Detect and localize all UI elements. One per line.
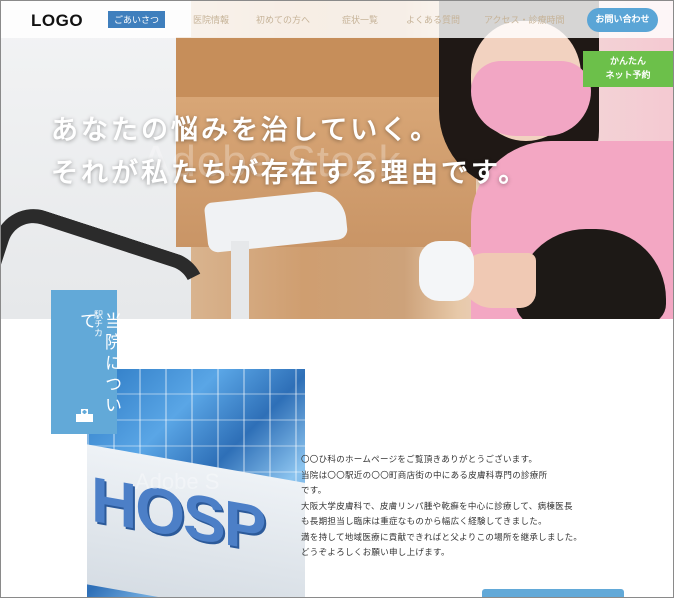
photo-watermark: Adobe S — [135, 469, 220, 494]
nav-item-first-visit[interactable]: 初めての方へ — [256, 13, 310, 26]
booking-line1: かんたん — [609, 57, 646, 67]
about-intro-text: 〇〇ひ科のホームページをご覧頂きありがとうございます。 当院は〇〇駅近の〇〇町商… — [301, 453, 621, 562]
dental-arm — [231, 241, 249, 319]
intro-line-3: です。 — [301, 486, 327, 496]
read-more-button[interactable] — [482, 589, 624, 597]
nav-item-access-hours[interactable]: アクセス・診療時間 — [484, 13, 565, 26]
intro-line-2: 当院は〇〇駅近の〇〇町商店街の中にある皮膚科専門の診療所 — [301, 470, 548, 481]
web-booking-button[interactable]: かんたん ネット予約 — [583, 51, 673, 87]
intro-line-6: 満を持して地域医療に貢献できればと父よりこの場所を継承しました。 — [301, 532, 583, 543]
intro-line-4: 大阪大学皮膚科で、皮膚リンパ腫や乾癬を中心に診療して、病棟医長 — [301, 501, 573, 512]
hero-tagline-line2: それが私たちが存在する理由です。 — [51, 158, 529, 189]
hero-tagline-line1: あなたの悩みを治していく。 — [51, 115, 441, 146]
hero-tagline: あなたの悩みを治していく。 それが私たちが存在する理由です。 — [51, 109, 528, 195]
hero-section: Adobe Stock あなたの悩みを治していく。 それが私たちが存在する理由で… — [1, 1, 673, 319]
hero-cabinet — [176, 37, 476, 99]
nav-item-faq[interactable]: よくある質問 — [406, 13, 460, 26]
contact-button[interactable]: お問い合わせ — [587, 8, 658, 32]
nav-item-clinic-info[interactable]: 医院情報 — [193, 13, 229, 26]
nav-item-greeting[interactable]: ごあいさつ — [108, 11, 166, 30]
clinic-building-icon — [76, 409, 93, 422]
intro-line-1: 〇〇ひ科のホームページをご覧頂きありがとうございます。 — [301, 455, 538, 465]
site-logo[interactable]: LOGO — [31, 11, 83, 31]
intro-line-7: どうぞよろしくお願い申し上げます。 — [301, 548, 450, 558]
doctor-glove — [419, 241, 474, 301]
top-navbar: LOGO ごあいさつ 医院情報 初めての方へ 症状一覧 よくある質問 アクセス・… — [1, 1, 673, 38]
nav-item-symptoms[interactable]: 症状一覧 — [342, 13, 378, 26]
booking-line2: ネット予約 — [605, 71, 651, 81]
page-frame: Adobe Stock あなたの悩みを治していく。 それが私たちが存在する理由で… — [0, 0, 674, 598]
intro-line-5: も長期担当し臨床は重症なものから幅広く経験してきました。 — [301, 517, 547, 527]
about-section-tab: 駅チカ 当院について — [51, 290, 121, 434]
